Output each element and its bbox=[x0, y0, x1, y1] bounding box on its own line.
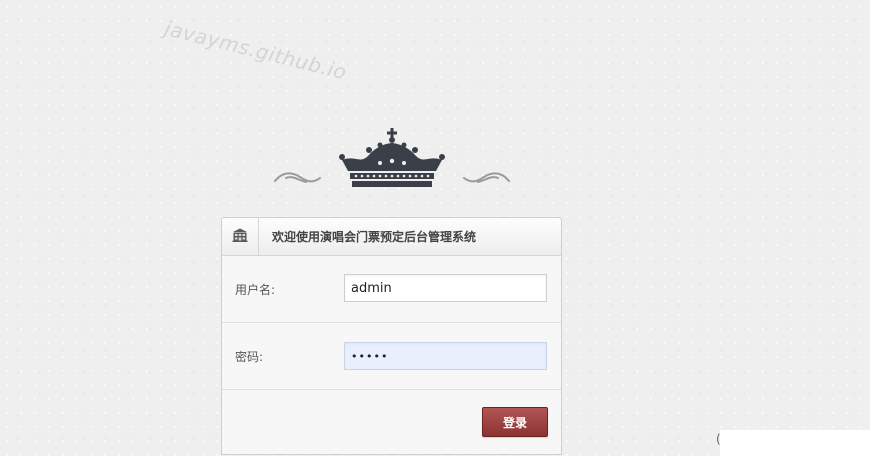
login-button[interactable]: 登录 bbox=[482, 407, 548, 437]
panel-header: 欢迎使用演唱会门票预定后台管理系统 bbox=[222, 218, 561, 256]
password-row: 密码: bbox=[222, 323, 561, 390]
username-input[interactable] bbox=[344, 274, 547, 302]
flourish-right-icon bbox=[463, 172, 510, 183]
crown-emblem bbox=[270, 126, 514, 192]
panel-title: 欢迎使用演唱会门票预定后台管理系统 bbox=[272, 230, 477, 244]
crown-icon bbox=[339, 128, 445, 187]
flourish-left-icon bbox=[274, 172, 321, 183]
actions-row: 登录 bbox=[222, 390, 561, 456]
password-label: 密码: bbox=[235, 350, 264, 364]
username-label: 用户名: bbox=[235, 283, 276, 297]
password-input[interactable] bbox=[344, 342, 547, 370]
login-panel: 欢迎使用演唱会门票预定后台管理系统 用户名: 密码: 登录 bbox=[221, 217, 562, 455]
building-icon bbox=[232, 227, 248, 246]
corner-mark: ( bbox=[716, 432, 721, 446]
corner-overlay bbox=[720, 430, 870, 456]
username-row: 用户名: bbox=[222, 256, 561, 323]
watermark-text: javayms.github.io bbox=[162, 16, 350, 85]
header-icon-box bbox=[222, 218, 259, 255]
